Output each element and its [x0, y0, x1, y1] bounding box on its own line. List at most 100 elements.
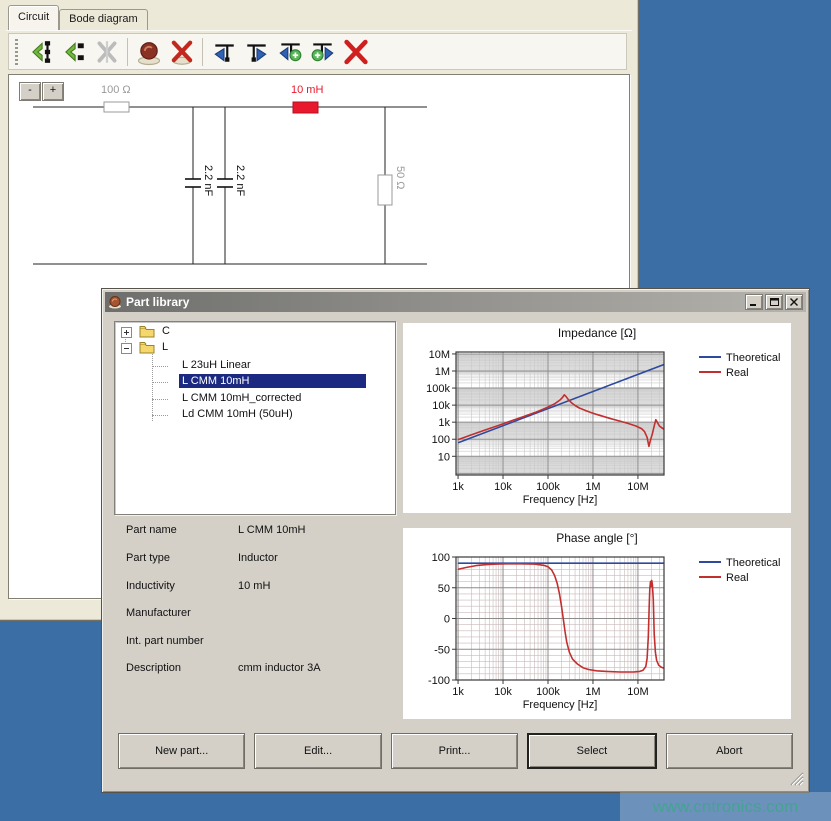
- insert-left-series-icon: [28, 39, 54, 65]
- detail-label: Part name: [126, 524, 177, 536]
- svg-text:Real: Real: [726, 572, 749, 584]
- cut-disabled-button: [90, 35, 123, 68]
- plus-icon: [122, 328, 131, 337]
- svg-text:Theoretical: Theoretical: [726, 352, 780, 364]
- svg-text:1M: 1M: [435, 366, 450, 378]
- tree-item-l-23uh-linear[interactable]: L 23uH Linear: [179, 358, 254, 372]
- toolbar-separator: [127, 38, 128, 66]
- edit-button[interactable]: Edit...: [254, 733, 381, 769]
- resize-grip[interactable]: [790, 772, 804, 786]
- detail-value: Inductor: [238, 552, 278, 564]
- phase-angle-chart: 1k10k100k1M10M100500-50-100Frequency [Hz…: [403, 528, 791, 719]
- abort-button[interactable]: Abort: [666, 733, 793, 769]
- tab-strip: Circuit Bode diagram: [8, 5, 148, 30]
- svg-text:0: 0: [444, 614, 450, 626]
- minimize-button[interactable]: [745, 294, 763, 310]
- detail-value: L CMM 10mH: [238, 524, 305, 536]
- svg-text:10M: 10M: [627, 686, 648, 698]
- svg-text:1k: 1k: [452, 686, 464, 698]
- folder-icon: [139, 341, 155, 357]
- svg-text:10k: 10k: [494, 481, 512, 493]
- dialog-button-row: New part... Edit... Print... Select Abor…: [118, 733, 793, 769]
- svg-text:100k: 100k: [536, 686, 560, 698]
- svg-text:1M: 1M: [585, 686, 600, 698]
- detail-label: Part type: [126, 552, 170, 564]
- folder-icon: [139, 325, 155, 341]
- detail-label: Manufacturer: [126, 607, 191, 619]
- detail-label: Inductivity: [126, 580, 175, 592]
- svg-text:Phase angle [°]: Phase angle [°]: [556, 531, 638, 545]
- add-node-left-icon: [277, 39, 303, 65]
- add-node-right-button[interactable]: [306, 35, 339, 68]
- insert-left-parallel-button[interactable]: [57, 35, 90, 68]
- expand-icon[interactable]: [121, 327, 132, 338]
- dialog-titlebar[interactable]: Part library: [105, 292, 806, 312]
- svg-text:10M: 10M: [627, 481, 648, 493]
- tree-item-ld-cmm-10mh-50uh[interactable]: Ld CMM 10mH (50uH): [179, 407, 296, 421]
- close-button[interactable]: [785, 294, 803, 310]
- watermark-banner: www.cntronics.com: [620, 792, 831, 821]
- svg-text:100: 100: [432, 434, 450, 446]
- series-resistor-symbol[interactable]: [104, 102, 129, 112]
- detail-label: Description: [126, 662, 181, 674]
- svg-text:10k: 10k: [494, 686, 512, 698]
- delete-part-button[interactable]: [165, 35, 198, 68]
- phase-angle-chart-panel: 1k10k100k1M10M100500-50-100Frequency [Hz…: [403, 528, 791, 719]
- svg-text:-50: -50: [434, 644, 450, 656]
- dialog-title: Part library: [126, 295, 189, 309]
- svg-text:Real: Real: [726, 367, 749, 379]
- detail-value: cmm inductor 3A: [238, 662, 321, 674]
- delete-node-icon: [342, 38, 370, 66]
- svg-text:1k: 1k: [438, 417, 450, 429]
- series-resistor-label: 100 Ω: [101, 84, 131, 96]
- tree-node-l[interactable]: L: [159, 340, 171, 354]
- close-icon: [790, 298, 798, 306]
- inductor-label: 10 mH: [291, 84, 323, 96]
- svg-text:Frequency [Hz]: Frequency [Hz]: [523, 494, 598, 506]
- svg-text:Theoretical: Theoretical: [726, 557, 780, 569]
- tree-node-c[interactable]: C: [159, 324, 173, 338]
- detail-label: Int. part number: [126, 635, 204, 647]
- inductor-symbol[interactable]: [293, 102, 318, 113]
- tab-bode-diagram[interactable]: Bode diagram: [59, 9, 148, 30]
- impedance-chart-panel: 1k10k100k1M10M10M1M100k10k1k10010Frequen…: [403, 323, 791, 513]
- cut-disabled-icon: [94, 39, 120, 65]
- insert-left-parallel-icon: [61, 39, 87, 65]
- select-button[interactable]: Select: [527, 733, 656, 769]
- tab-circuit[interactable]: Circuit: [8, 5, 59, 30]
- node-left-icon: [211, 39, 237, 65]
- part-tree[interactable]: C L L 23uH Linear L CMM 10mH L CMM 10mH_…: [114, 321, 396, 515]
- new-part-button[interactable]: New part...: [118, 733, 245, 769]
- node-right-icon: [244, 39, 270, 65]
- print-button[interactable]: Print...: [391, 733, 518, 769]
- tree-item-l-cmm-10mh-corrected[interactable]: L CMM 10mH_corrected: [179, 391, 304, 405]
- toolbar-grip[interactable]: [15, 39, 18, 65]
- detail-value: 10 mH: [238, 580, 270, 592]
- svg-text:50: 50: [438, 583, 450, 595]
- add-node-left-button[interactable]: [273, 35, 306, 68]
- tree-item-l-cmm-10mh[interactable]: L CMM 10mH: [179, 374, 366, 388]
- delete-node-button[interactable]: [339, 35, 372, 68]
- svg-text:10M: 10M: [429, 349, 450, 361]
- svg-text:10: 10: [438, 451, 450, 463]
- collapse-icon[interactable]: [121, 343, 132, 354]
- svg-text:Frequency [Hz]: Frequency [Hz]: [523, 699, 598, 711]
- toolbar: [8, 33, 627, 70]
- part-library-window-icon: [108, 295, 122, 309]
- svg-text:100k: 100k: [426, 383, 450, 395]
- part-library-icon: [135, 38, 163, 66]
- part-library-button[interactable]: [132, 35, 165, 68]
- insert-left-series-button[interactable]: [24, 35, 57, 68]
- watermark-text: www.cntronics.com: [653, 797, 798, 817]
- svg-text:Impedance [Ω]: Impedance [Ω]: [558, 326, 636, 340]
- load-resistor-label: 50 Ω: [394, 166, 406, 190]
- add-node-right-icon: [310, 39, 336, 65]
- svg-text:1M: 1M: [585, 481, 600, 493]
- node-left-button[interactable]: [207, 35, 240, 68]
- maximize-button[interactable]: [765, 294, 783, 310]
- node-right-button[interactable]: [240, 35, 273, 68]
- load-resistor-symbol[interactable]: [378, 175, 392, 205]
- part-library-dialog: Part library C: [101, 288, 810, 793]
- maximize-icon: [770, 298, 779, 306]
- svg-text:-100: -100: [428, 675, 450, 687]
